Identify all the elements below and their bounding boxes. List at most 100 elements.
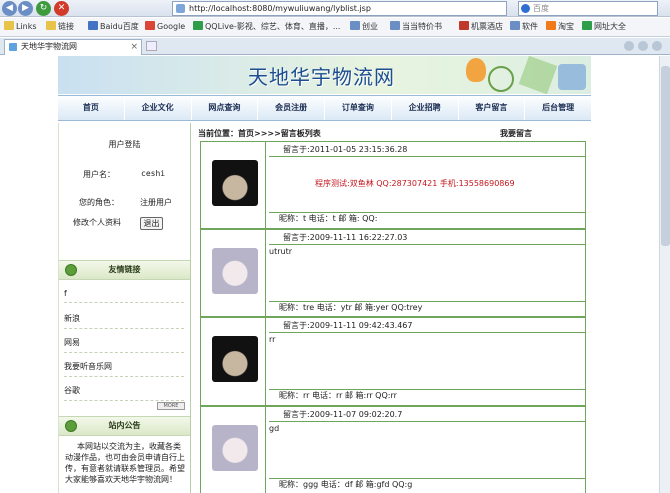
bookmark-lianjie[interactable]: 链接 [46,21,74,33]
friend-link[interactable]: 我要听音乐网 [64,361,184,377]
avatar [212,160,258,206]
page-icon [510,21,520,30]
message-list: 留言于:2011-01-05 23:15:36.28 程序测试:双鱼林 QQ:2… [200,141,586,493]
tab-menu-icon[interactable] [638,41,648,51]
message-entry: 留言于:2011-01-05 23:15:36.28 程序测试:双鱼林 QQ:2… [200,141,586,229]
tab-list-icon[interactable] [624,41,634,51]
message-content: utrutr [269,247,292,256]
qqlive-icon [193,21,203,30]
message-entry: 留言于:2009-11-07 09:02:20.7 gd 昵称：ggg 电话：d… [200,406,586,493]
menu-register[interactable]: 会员注册 [258,96,325,120]
bookmark-dangdang[interactable]: 当当特价书 [390,21,442,33]
logout-button[interactable]: 退出 [140,217,163,230]
avatar [212,336,258,382]
breadcrumb: 当前位置：首页>>>>留言板列表 [198,129,321,138]
avatar-cell [201,318,266,405]
menu-branch-query[interactable]: 网点查询 [192,96,259,120]
friend-link[interactable]: 谷歌 [64,385,184,401]
baidu-icon [88,21,98,30]
role-value: 注册用户 [140,198,172,207]
menu-order-query[interactable]: 订单查询 [325,96,392,120]
address-url: http://localhost:8080/mywuliuwang/lyblis… [189,4,371,13]
sidebar: 用户登陆 用户名： ceshi 您的角色： 注册用户 修改个人资料 退出 友情链… [58,123,191,493]
tab-options-icon[interactable] [652,41,662,51]
message-content: gd [269,424,280,433]
taobao-icon [546,21,556,30]
page-scrollbar[interactable] [659,56,670,493]
bookmark-flights[interactable]: 机票酒店 [459,21,503,33]
scrollbar-thumb[interactable] [661,66,670,246]
bookmark-taobao[interactable]: 淘宝 [546,21,574,33]
message-content: rr [269,335,276,344]
new-tab-icon[interactable] [146,41,157,51]
menu-jobs[interactable]: 企业招聘 [392,96,459,120]
bookmark-links[interactable]: Links [4,21,37,33]
bookmark-google[interactable]: Google [145,21,185,33]
address-bar[interactable]: http://localhost:8080/mywuliuwang/lyblis… [172,1,507,16]
message-entry: 留言于:2009-11-11 09:42:43.467 rr 昵称：rr 电话：… [200,317,586,406]
tab-bar: 天地华宇物流网 × [0,38,670,55]
menu-messages[interactable]: 客户留言 [459,96,526,120]
write-message-link[interactable]: 我要留言 [500,128,532,139]
more-links-button[interactable]: MORE [157,402,185,410]
friend-link[interactable]: 新浪 [64,313,184,329]
close-icon[interactable]: × [130,40,138,54]
bookmark-sites[interactable]: 网址大全 [582,21,626,33]
friend-link[interactable]: f [64,289,184,303]
message-footer: 昵称：t 电话：t 邮 箱: QQ: [269,212,585,225]
edit-profile-link[interactable]: 修改个人资料 [73,217,121,228]
folder-icon [4,21,14,30]
links-title: 友情链接 [108,265,141,274]
avatar [212,248,258,294]
message-content: 程序测试:双鱼林 QQ:287307421 手机:13558690869 [315,179,515,188]
page-icon [350,21,360,30]
tab-active[interactable]: 天地华宇物流网 × [4,39,142,55]
avatar [212,425,258,471]
avatar-cell [201,407,266,493]
site-title: 天地华宇物流网 [248,65,395,89]
notice-title: 站内公告 [108,421,141,430]
friend-link[interactable]: 网易 [64,337,184,353]
notice-header: 站内公告 [59,416,190,436]
bookmark-chuangye[interactable]: 创业 [350,21,378,33]
message-time: 留言于:2011-01-05 23:15:36.28 [269,144,585,157]
message-footer: 昵称：rr 电话：rr 邮 箱:rr QQ:rr [269,389,585,402]
box-decoration-icon [558,64,586,90]
baidu-search-icon [521,4,530,13]
menu-admin[interactable]: 后台管理 [525,96,591,120]
site-banner: 天地华宇物流网 [58,56,591,95]
avatar-cell [201,230,266,316]
ring-decoration-icon [488,66,514,92]
forward-arrow-icon[interactable]: ▶ [18,1,33,16]
bookmark-qqlive[interactable]: QQLive-影视、综艺、体育、直播，... [193,21,340,33]
search-placeholder: 百度 [533,4,549,13]
message-time: 留言于:2009-11-11 16:22:27.03 [269,232,585,245]
role-label: 您的角色： [79,198,119,207]
back-arrow-icon[interactable]: ◀ [2,1,17,16]
bookmarks-bar: Links 链接 Baidu百度 Google QQLive-影视、综艺、体育、… [0,18,670,37]
google-icon [145,21,155,30]
notice-text: 本网站以交流为主，收藏各类动漫作品，也可由会员申请自行上传，有意者就请联系管理员… [65,442,185,484]
message-footer: 昵称：tre 电话：ytr 邮 箱:yer QQ:trey [269,301,585,314]
bookmark-software[interactable]: 软件 [510,21,538,33]
login-title: 用户登陆 [108,140,141,149]
avatar-cell [201,142,266,228]
page-content: 天地华宇物流网 首页 企业文化 网点查询 会员注册 订单查询 企业招聘 客户留言… [0,56,670,493]
page-icon [390,21,400,30]
menu-culture[interactable]: 企业文化 [125,96,192,120]
links-header: 友情链接 [59,260,190,280]
search-box[interactable]: 百度 [518,1,658,16]
message-time: 留言于:2009-11-11 09:42:43.467 [269,320,585,333]
menu-home[interactable]: 首页 [58,96,125,120]
bookmark-baidu[interactable]: Baidu百度 [88,21,139,33]
notice-section-icon [65,420,77,432]
refresh-icon[interactable]: ↻ [36,1,51,16]
balloon-icon [466,58,486,82]
message-footer: 昵称：ggg 电话：df 邮 箱:gfd QQ:g [269,478,585,491]
leaf-decoration-icon [518,56,558,95]
username-label: 用户名： [83,170,115,179]
stop-icon[interactable]: ✕ [54,1,69,16]
main-menu: 首页 企业文化 网点查询 会员注册 订单查询 企业招聘 客户留言 后台管理 [58,95,591,121]
username-value: ceshi [141,169,166,178]
tab-title: 天地华宇物流网 [21,42,77,51]
